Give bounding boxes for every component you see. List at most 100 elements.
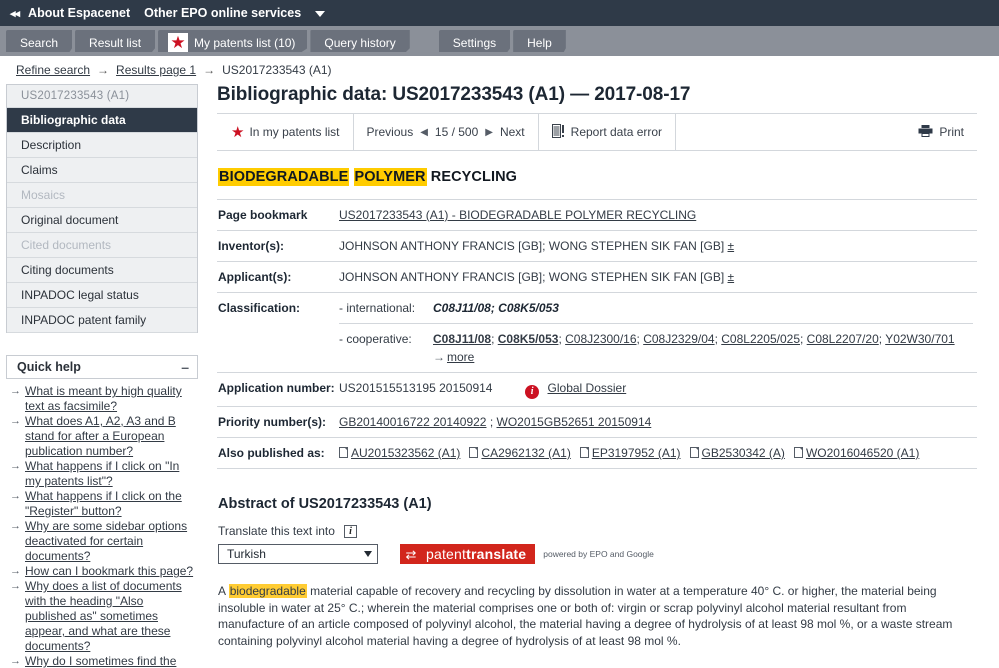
breadcrumb: Refine search → Results page 1 → US20172… — [0, 56, 999, 84]
cpc-code-link[interactable]: C08J2329/04 — [643, 332, 714, 346]
quick-help-link[interactable]: Why are some sidebar options deactivated… — [25, 519, 196, 564]
other-epo-services-link[interactable]: Other EPO online services — [144, 6, 301, 20]
sidebar-item-label: INPADOC patent family — [21, 313, 147, 327]
top-utility-bar: ◂◂ About Espacenet Other EPO online serv… — [0, 0, 999, 26]
cpc-code-link[interactable]: Y02W30/701 — [885, 332, 954, 346]
breadcrumb-results-page[interactable]: Results page 1 — [116, 63, 196, 77]
page-bookmark-link[interactable]: US2017233543 (A1) - BIODEGRADABLE POLYME… — [339, 208, 696, 222]
also-published-item[interactable]: GB2530342 (A) — [689, 446, 785, 460]
tab-query-history[interactable]: Query history — [310, 30, 410, 56]
in-my-patents-list-button[interactable]: ★ In my patents list — [217, 114, 354, 150]
sidebar-item-inpadoc-legal-status[interactable]: INPADOC legal status — [7, 283, 197, 308]
breadcrumb-refine-search[interactable]: Refine search — [16, 63, 90, 77]
quick-help-link[interactable]: What happens if I click on "In my patent… — [25, 459, 196, 489]
also-published-item[interactable]: WO2016046520 (A1) — [793, 446, 919, 460]
right-arrow-icon: → — [10, 385, 21, 397]
cpc-code-link[interactable]: C08L2207/20 — [807, 332, 879, 346]
quick-help-item[interactable]: → What happens if I click on the "Registe… — [10, 489, 196, 519]
also-published-item[interactable]: CA2962132 (A1) — [469, 446, 571, 460]
sidebar-item-claims[interactable]: Claims — [7, 158, 197, 183]
quick-help-item[interactable]: → Why are some sidebar options deactivate… — [10, 519, 196, 564]
quick-help-item[interactable]: → What is meant by high quality text as f… — [10, 384, 196, 414]
sidebar-item-label: Cited documents — [21, 238, 112, 252]
also-published-link[interactable]: EP3197952 (A1) — [592, 446, 681, 460]
left-triangle-icon[interactable]: ◀ — [413, 127, 435, 138]
sidebar-item-inpadoc-patent-family[interactable]: INPADOC patent family — [7, 308, 197, 333]
cooperative-key: - cooperative: — [339, 332, 412, 346]
also-published-link[interactable]: AU2015323562 (A1) — [351, 446, 460, 460]
cpc-code-link[interactable]: C08J11/08 — [433, 332, 491, 346]
breadcrumb-current: US2017233543 (A1) — [222, 63, 332, 77]
chevron-down-icon[interactable] — [315, 11, 326, 17]
quick-help-link[interactable]: Why do I sometimes find the abstract of … — [25, 654, 196, 668]
breadcrumb-arrow-icon: → — [203, 63, 216, 77]
tab-settings[interactable]: Settings — [438, 30, 511, 56]
print-button[interactable]: Print — [905, 114, 977, 150]
language-select[interactable]: Turkish — [218, 544, 378, 564]
cpc-separator: ; — [800, 332, 807, 346]
tab-label: My patents list (10) — [194, 36, 296, 50]
about-espacenet-link[interactable]: About Espacenet — [28, 6, 130, 20]
tab-search[interactable]: Search — [6, 30, 73, 56]
quick-help-link[interactable]: What happens if I click on the "Register… — [25, 489, 196, 519]
tab-label: Settings — [452, 36, 497, 50]
cpc-code-link[interactable]: C08J2300/16 — [565, 332, 636, 346]
more-link[interactable]: more — [447, 350, 474, 364]
next-button[interactable]: Next — [500, 125, 525, 139]
also-published-link[interactable]: GB2530342 (A) — [702, 446, 785, 460]
quick-help-item[interactable]: → How can I bookmark this page? — [10, 564, 196, 579]
patenttranslate-button[interactable]: ⇄ patent translate powered by EPO and Goo… — [400, 544, 654, 564]
tab-help[interactable]: Help — [513, 30, 566, 56]
quick-help-item[interactable]: → What happens if I click on "In my paten… — [10, 459, 196, 489]
quick-help-header: Quick help – — [7, 356, 197, 378]
priority-number-link[interactable]: WO2015GB52651 20150914 — [497, 415, 652, 429]
cpc-code-link[interactable]: C08L2205/025 — [721, 332, 800, 346]
tab-result-list[interactable]: Result list — [75, 30, 156, 56]
cpc-separator: ; — [491, 332, 498, 346]
printer-icon — [918, 124, 933, 141]
double-left-arrow-icon[interactable]: ◂◂ — [10, 7, 20, 20]
cooperative-more[interactable]: → more — [433, 349, 973, 365]
quick-help-link[interactable]: What does A1, A2, A3 and B stand for aft… — [25, 414, 196, 459]
priority-number-link[interactable]: GB20140016722 20140922 — [339, 415, 486, 429]
quick-help-item[interactable]: → Why does a list of documents with the h… — [10, 579, 196, 654]
document-icon — [339, 447, 348, 458]
right-triangle-icon[interactable]: ▶ — [478, 127, 500, 138]
sidebar-document-header: US2017233543 (A1) — [7, 85, 197, 108]
abstract-heading: Abstract of US2017233543 (A1) — [218, 496, 432, 512]
also-published-item[interactable]: AU2015323562 (A1) — [339, 446, 460, 460]
also-published-item[interactable]: EP3197952 (A1) — [579, 446, 681, 460]
quick-help-item[interactable]: → Why do I sometimes find the abstract of… — [10, 654, 196, 668]
table-row-application-number: Application number: US201515513195 20150… — [217, 372, 977, 407]
right-arrow-icon: → — [10, 490, 21, 502]
document-toolbar: ★ In my patents list Previous ◀ 15 / 500… — [217, 113, 977, 151]
quick-help-item[interactable]: → What does A1, A2, A3 and B stand for af… — [10, 414, 196, 459]
right-arrow-icon: → — [10, 415, 21, 427]
previous-button[interactable]: Previous — [367, 125, 414, 139]
expand-inventors-button[interactable]: ± — [728, 239, 735, 253]
sidebar: US2017233543 (A1) Bibliographic data Des… — [0, 84, 205, 668]
sidebar-item-bibliographic-data[interactable]: Bibliographic data — [7, 108, 197, 133]
minus-icon[interactable]: – — [181, 360, 189, 374]
quick-help-link[interactable]: Why does a list of documents with the he… — [25, 579, 196, 654]
row-label: Inventor(s): — [218, 239, 284, 253]
tab-my-patents-list[interactable]: ★ My patents list (10) — [158, 30, 308, 56]
document-icon — [469, 447, 479, 458]
sidebar-item-original-document[interactable]: Original document — [7, 208, 197, 233]
chevron-down-icon — [364, 551, 372, 557]
quick-help-link[interactable]: How can I bookmark this page? — [25, 564, 193, 579]
expand-applicants-button[interactable]: ± — [728, 270, 735, 284]
global-dossier-link[interactable]: Global Dossier — [548, 381, 627, 395]
sidebar-item-citing-documents[interactable]: Citing documents — [7, 258, 197, 283]
info-icon[interactable]: i — [343, 524, 357, 538]
also-published-link[interactable]: WO2016046520 (A1) — [806, 446, 919, 460]
document-icon — [579, 447, 589, 458]
cpc-code-link[interactable]: C08K5/053 — [498, 332, 559, 346]
sidebar-item-description[interactable]: Description — [7, 133, 197, 158]
table-row-priority-numbers: Priority number(s): GB20140016722 201409… — [217, 406, 977, 438]
also-published-link[interactable]: CA2962132 (A1) — [481, 446, 570, 460]
right-arrow-icon: → — [10, 565, 21, 577]
quick-help-link[interactable]: What is meant by high quality text as fa… — [25, 384, 196, 414]
report-data-error-button[interactable]: Report data error — [539, 114, 677, 150]
